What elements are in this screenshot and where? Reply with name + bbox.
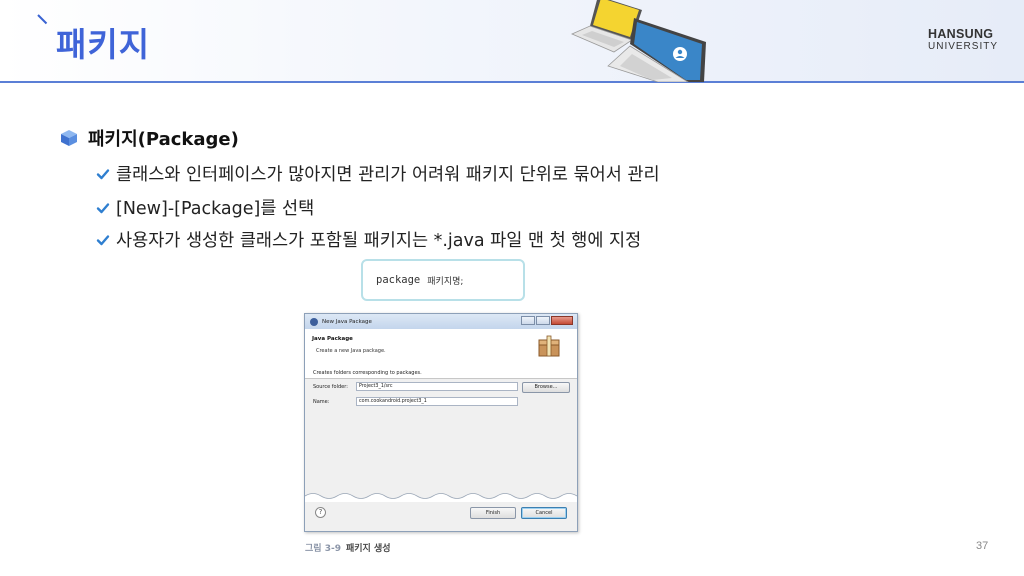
sub-bullet-text: [New]-[Package]를 선택 bbox=[116, 199, 315, 219]
cube-bullet-icon bbox=[61, 130, 77, 146]
sub-bullet-text: 클래스와 인터페이스가 많아지면 관리가 어려워 패키지 단위로 묶어서 관리 bbox=[116, 165, 660, 185]
browse-button[interactable]: Browse... bbox=[522, 382, 570, 393]
cut-wave-divider bbox=[305, 493, 577, 502]
sub-bullet: 사용자가 생성한 클래스가 포함될 패키지는 *.java 파일 맨 첫 행에 … bbox=[96, 227, 641, 252]
code-keyword: package bbox=[376, 274, 421, 286]
code-package-name: 패키지명; bbox=[427, 276, 464, 287]
new-java-package-dialog: New Java Package Java Package Create a n… bbox=[304, 313, 578, 532]
logo-university: UNIVERSITY bbox=[928, 41, 999, 52]
help-icon[interactable]: ? bbox=[315, 507, 326, 518]
header-divider bbox=[0, 81, 1024, 83]
dialog-header-subtitle: Create a new Java package. bbox=[316, 348, 386, 354]
logo-hansung: HANSUNG bbox=[928, 27, 994, 41]
package-icon bbox=[538, 335, 560, 357]
main-bullet-text: 패키지(Package) bbox=[88, 129, 239, 150]
laptops-illustration bbox=[571, 0, 706, 82]
slide-title: 패키지 bbox=[56, 25, 151, 64]
dialog-window-title: New Java Package bbox=[322, 318, 372, 325]
check-icon bbox=[96, 168, 110, 179]
window-controls bbox=[520, 316, 573, 325]
figure-caption: 그림 3-9 패키지 생성 bbox=[305, 541, 391, 554]
figure-caption-text: 패키지 생성 bbox=[345, 544, 391, 554]
slide-header bbox=[0, 0, 1024, 82]
source-folder-label: Source folder: bbox=[313, 384, 348, 390]
dialog-description: Creates folders corresponding to package… bbox=[313, 370, 422, 376]
finish-button[interactable]: Finish bbox=[470, 507, 516, 519]
dialog-header-title: Java Package bbox=[312, 336, 353, 342]
university-logo: HANSUNG UNIVERSITY bbox=[928, 28, 1000, 53]
maximize-icon[interactable] bbox=[536, 316, 550, 325]
sub-bullet-text: 사용자가 생성한 클래스가 포함될 패키지는 *.java 파일 맨 첫 행에 … bbox=[116, 231, 642, 251]
figure-number: 그림 3-9 bbox=[305, 544, 341, 554]
check-icon bbox=[96, 234, 110, 245]
main-bullet: 패키지(Package) bbox=[60, 125, 239, 151]
sub-bullet: 클래스와 인터페이스가 많아지면 관리가 어려워 패키지 단위로 묶어서 관리 bbox=[96, 161, 660, 186]
source-folder-field[interactable]: Project3_1/src bbox=[356, 382, 518, 391]
minimize-icon[interactable] bbox=[521, 316, 535, 325]
eclipse-icon bbox=[310, 317, 318, 326]
name-label: Name: bbox=[313, 399, 330, 405]
check-icon bbox=[96, 202, 110, 213]
cancel-button[interactable]: Cancel bbox=[521, 507, 567, 519]
sub-bullet: [New]-[Package]를 선택 bbox=[96, 195, 314, 220]
name-field[interactable]: com.cookandroid.project3_1 bbox=[356, 397, 518, 406]
code-snippet-box: package 패키지명; bbox=[361, 259, 525, 301]
close-icon[interactable] bbox=[551, 316, 573, 325]
page-number: 37 bbox=[976, 540, 989, 552]
dialog-titlebar: New Java Package bbox=[305, 314, 577, 329]
